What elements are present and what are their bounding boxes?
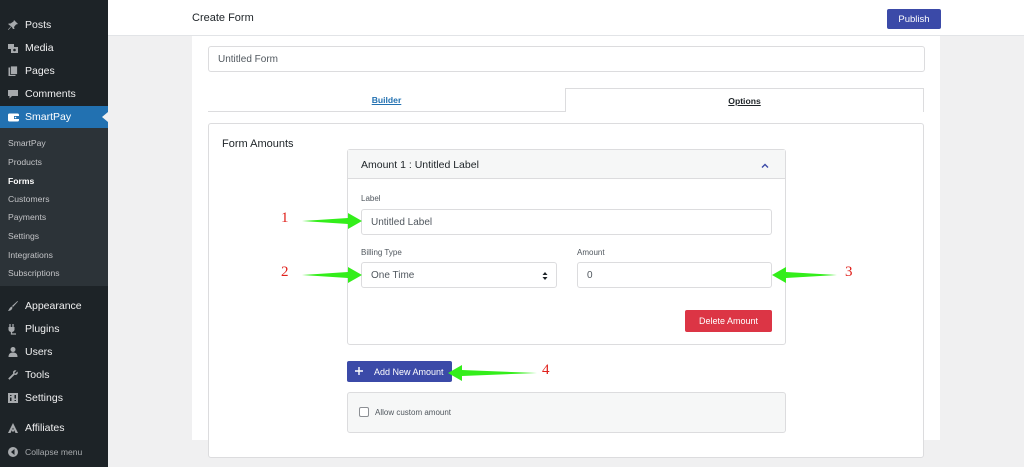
publish-button[interactable]: Publish: [887, 9, 941, 29]
tab-label: Builder: [371, 94, 402, 105]
form-title-input[interactable]: Untitled Form: [208, 46, 925, 72]
admin-sidebar: Posts Media Pages Comments SmartPay Smar…: [0, 0, 108, 467]
menu-label: Settings: [25, 392, 63, 404]
add-new-amount-label: Add New Amount: [374, 366, 444, 377]
media-icon: [6, 41, 20, 55]
menu-label: Affiliates: [25, 422, 65, 434]
select-arrows-icon: [541, 270, 549, 282]
annotation-number-2: 2: [281, 264, 289, 280]
tab-options[interactable]: Options: [565, 88, 924, 112]
annotation-number-1: 1: [281, 210, 289, 226]
collapse-icon: [6, 445, 20, 459]
menu-item-settings[interactable]: Settings: [0, 387, 108, 409]
amount-label: Amount: [577, 248, 605, 257]
menu-label: Collapse menu: [25, 447, 83, 457]
allow-custom-amount-checkbox[interactable]: [359, 407, 369, 417]
plug-icon: [6, 322, 20, 336]
submenu-item-smartpay[interactable]: SmartPay: [8, 138, 46, 148]
menu-item-pages[interactable]: Pages: [0, 60, 108, 82]
label-input[interactable]: Untitled Label: [361, 209, 772, 235]
editor-header: Create Form Publish: [108, 0, 1024, 36]
tab-label: Options: [728, 95, 761, 106]
menu-item-affiliates[interactable]: Affiliates: [0, 417, 108, 439]
collapse-menu-button[interactable]: Collapse menu: [0, 441, 108, 463]
submenu-item-customers[interactable]: Customers: [8, 194, 50, 204]
submenu-item-settings[interactable]: Settings: [8, 231, 39, 241]
submenu-item-payments[interactable]: Payments: [8, 212, 46, 222]
menu-label: Media: [25, 42, 54, 54]
submenu-item-products[interactable]: Products: [8, 157, 42, 167]
add-new-amount-button[interactable]: Add New Amount: [347, 361, 452, 382]
annotation-number-3: 3: [845, 264, 853, 280]
allow-custom-amount-label: Allow custom amount: [375, 408, 452, 417]
paintbrush-icon: [6, 299, 20, 313]
section-title: Form Amounts: [222, 138, 294, 150]
pushpin-icon: [6, 18, 20, 32]
submenu-item-subscriptions[interactable]: Subscriptions: [8, 268, 60, 278]
settings-icon: [6, 391, 20, 405]
tab-builder[interactable]: Builder: [208, 88, 565, 112]
menu-item-comments[interactable]: Comments: [0, 83, 108, 105]
billing-type-select[interactable]: One Time: [361, 262, 557, 288]
menu-item-smartpay[interactable]: SmartPay: [0, 106, 108, 128]
amount-input[interactable]: 0: [577, 262, 772, 288]
menu-item-tools[interactable]: Tools: [0, 364, 108, 386]
menu-item-appearance[interactable]: Appearance: [0, 295, 108, 317]
menu-label: Users: [25, 346, 53, 358]
menu-label: Plugins: [25, 323, 60, 335]
menu-item-plugins[interactable]: Plugins: [0, 318, 108, 340]
smartpay-submenu: SmartPay Products Forms Customers Paymen…: [0, 128, 108, 286]
wallet-icon: [6, 110, 20, 124]
affiliates-icon: [6, 421, 20, 435]
billing-type-value: One Time: [371, 269, 415, 281]
pages-icon: [6, 64, 20, 78]
menu-item-users[interactable]: Users: [0, 341, 108, 363]
amount-card-title: Amount 1 : Untitled Label: [361, 159, 479, 171]
plus-icon: [354, 365, 368, 378]
label-field-label: Label: [361, 194, 381, 203]
menu-label: Comments: [25, 88, 76, 100]
menu-label: Pages: [25, 65, 55, 77]
menu-label: Appearance: [25, 300, 82, 312]
menu-label: Posts: [25, 19, 52, 31]
chevron-up-icon[interactable]: [760, 158, 770, 168]
wrench-icon: [6, 368, 20, 382]
menu-item-media[interactable]: Media: [0, 37, 108, 59]
delete-amount-button[interactable]: Delete Amount: [685, 310, 772, 332]
menu-label: Tools: [25, 369, 50, 381]
submenu-item-forms[interactable]: Forms: [8, 176, 34, 186]
billing-type-label: Billing Type: [361, 248, 402, 257]
page-title: Create Form: [192, 12, 254, 24]
menu-label: SmartPay: [25, 111, 72, 123]
annotation-number-4: 4: [542, 362, 550, 378]
comment-icon: [6, 87, 20, 101]
menu-item-posts[interactable]: Posts: [0, 14, 108, 36]
submenu-item-integrations[interactable]: Integrations: [8, 250, 53, 260]
user-icon: [6, 345, 20, 359]
